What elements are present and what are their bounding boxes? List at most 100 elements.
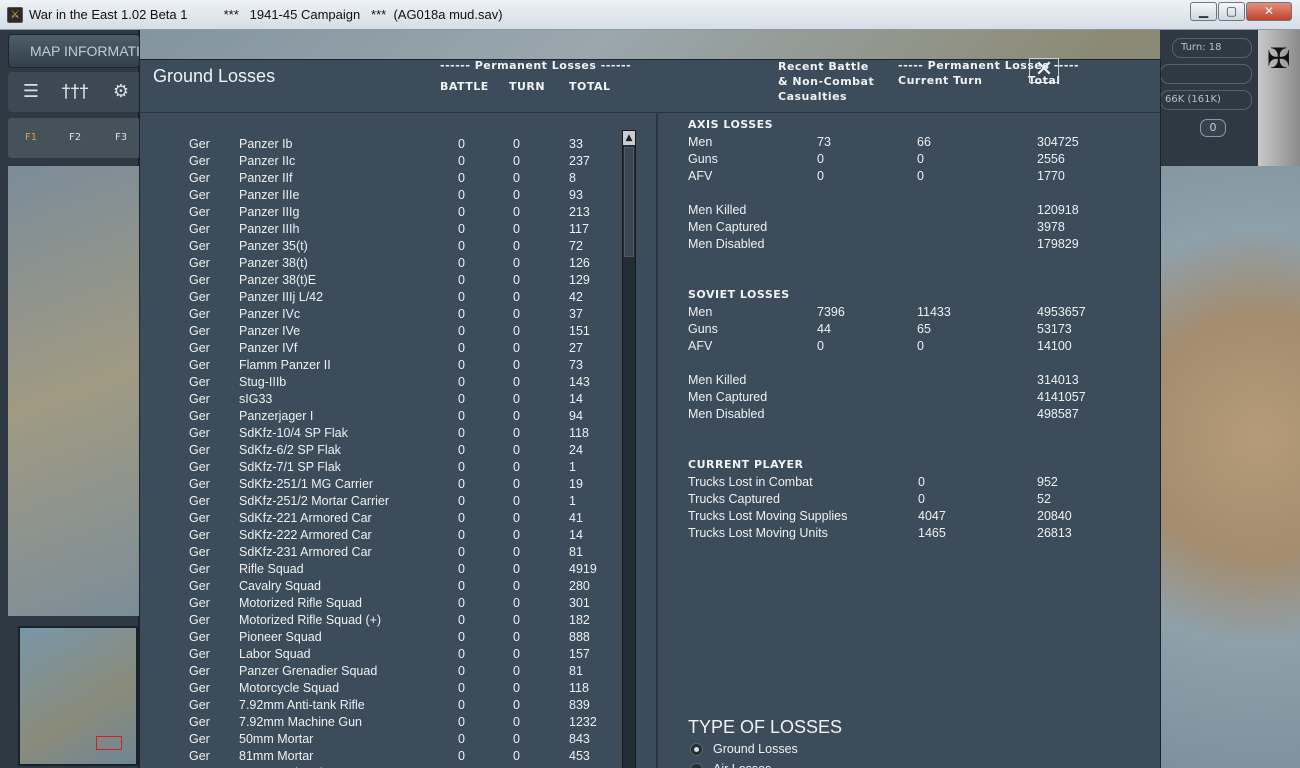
unit-loss-row[interactable]: Ger Panzer IIc 0 0 237 xyxy=(140,154,620,171)
unit-nationality: Ger xyxy=(189,443,210,457)
unit-turn-losses: 0 xyxy=(513,681,520,695)
map-view-left[interactable] xyxy=(8,166,140,616)
soviet-loss-row: Men 7396 11433 4953657 xyxy=(658,305,1158,322)
unit-total-losses: 72 xyxy=(569,239,583,253)
unit-total-losses: 42 xyxy=(569,290,583,304)
unit-nationality: Ger xyxy=(189,171,210,185)
unit-loss-row[interactable]: Ger Labor Squad 0 0 157 xyxy=(140,647,620,664)
unit-loss-row[interactable]: Ger SdKfz-231 Armored Car 0 0 81 xyxy=(140,545,620,562)
gear-icon[interactable]: ⚙ xyxy=(104,78,138,106)
window-close-button[interactable]: ✕ xyxy=(1246,2,1292,21)
unit-loss-row[interactable]: Ger Panzer 38(t)E 0 0 129 xyxy=(140,273,620,290)
unit-nationality: Ger xyxy=(189,392,210,406)
unit-loss-row[interactable]: Ger sIG33 0 0 14 xyxy=(140,392,620,409)
unit-battle-losses: 0 xyxy=(458,613,465,627)
unit-total-losses: 129 xyxy=(569,273,590,287)
unit-loss-row[interactable]: Ger Motorcycle Squad 0 0 118 xyxy=(140,681,620,698)
men-category-label: Men Killed xyxy=(688,203,747,217)
unit-loss-row[interactable]: Ger SdKfz-7/1 SP Flak 0 0 1 xyxy=(140,460,620,477)
tank-icon[interactable]: ☰ xyxy=(14,78,48,106)
recent-casualties-value: 0 xyxy=(817,152,824,166)
unit-loss-row[interactable]: Ger Rifle Squad 0 0 4919 xyxy=(140,562,620,579)
unit-loss-row[interactable]: Ger Panzer IIf 0 0 8 xyxy=(140,171,620,188)
unit-name: Panzer IIIg xyxy=(239,205,300,219)
unit-loss-row[interactable]: Ger Panzerjager I 0 0 94 xyxy=(140,409,620,426)
unit-battle-losses: 0 xyxy=(458,273,465,287)
radio-button[interactable] xyxy=(690,743,703,756)
unit-loss-row[interactable]: Ger SdKfz-251/2 Mortar Carrier 0 0 1 xyxy=(140,494,620,511)
map-view-right[interactable] xyxy=(1160,166,1300,768)
unit-nationality: Ger xyxy=(189,426,210,440)
unit-total-losses: 93 xyxy=(569,188,583,202)
unit-nationality: Ger xyxy=(189,681,210,695)
loss-type-option[interactable]: Air Losses xyxy=(688,761,888,768)
f1-road-icon[interactable]: F1 xyxy=(14,124,48,152)
unit-loss-row[interactable]: Ger Panzer Ib 0 0 33 xyxy=(140,137,620,154)
unit-loss-row[interactable]: Ger Panzer IVc 0 0 37 xyxy=(140,307,620,324)
unit-turn-losses: 0 xyxy=(513,375,520,389)
unit-loss-row[interactable]: Ger Panzer IIIj L/42 0 0 42 xyxy=(140,290,620,307)
unit-battle-losses: 0 xyxy=(458,681,465,695)
unit-nationality: Ger xyxy=(189,273,210,287)
maximize-button[interactable]: ▢ xyxy=(1218,2,1245,21)
soviet-men-row: Men Captured 4141057 xyxy=(658,390,1158,407)
unit-total-losses: 81 xyxy=(569,664,583,678)
unit-loss-row[interactable]: Ger Motorized Rifle Squad 0 0 301 xyxy=(140,596,620,613)
minimap[interactable] xyxy=(18,626,138,766)
unit-turn-losses: 0 xyxy=(513,392,520,406)
unit-turn-losses: 0 xyxy=(513,290,520,304)
f2-rail-icon[interactable]: F2 xyxy=(58,124,92,152)
scroll-thumb[interactable] xyxy=(624,147,634,257)
f3-ship-icon[interactable]: F3 xyxy=(104,124,138,152)
unit-loss-row[interactable]: Ger 7.92mm Anti-tank Rifle 0 0 839 xyxy=(140,698,620,715)
unit-battle-losses: 0 xyxy=(458,647,465,661)
unit-loss-row[interactable]: Ger Panzer IIIg 0 0 213 xyxy=(140,205,620,222)
minimize-button[interactable]: ▁ xyxy=(1190,2,1217,21)
unit-loss-row[interactable]: Ger Panzer IVf 0 0 27 xyxy=(140,341,620,358)
unit-loss-row[interactable]: Ger SdKfz-251/1 MG Carrier 0 0 19 xyxy=(140,477,620,494)
unit-loss-row[interactable]: Ger SdKfz-221 Armored Car 0 0 41 xyxy=(140,511,620,528)
unit-loss-row[interactable]: Ger Pioneer Squad 0 0 888 xyxy=(140,630,620,647)
unit-turn-losses: 0 xyxy=(513,596,520,610)
units-icon[interactable]: ††† xyxy=(58,78,92,106)
axis-men-row: Men Killed 120918 xyxy=(658,203,1158,220)
unit-loss-row[interactable]: Ger Panzer 38(t) 0 0 126 xyxy=(140,256,620,273)
unit-loss-row[interactable]: Ger Panzer IVe 0 0 151 xyxy=(140,324,620,341)
unit-name: Panzerjager I xyxy=(239,409,314,423)
unit-loss-row[interactable]: Ger 81mm Mortar 0 0 453 xyxy=(140,749,620,766)
unit-nationality: Ger xyxy=(189,341,210,355)
unit-loss-row[interactable]: Ger SdKfz-222 Armored Car 0 0 14 xyxy=(140,528,620,545)
unit-turn-losses: 0 xyxy=(513,545,520,559)
counter-pill[interactable]: 0 xyxy=(1200,119,1226,137)
unit-loss-row[interactable]: Ger SdKfz-10/4 SP Flak 0 0 118 xyxy=(140,426,620,443)
scroll-up-arrow-icon[interactable]: ▲ xyxy=(623,131,635,145)
unit-battle-losses: 0 xyxy=(458,749,465,763)
total-value: 53173 xyxy=(1037,322,1072,336)
unit-loss-row[interactable]: Ger SdKfz-6/2 SP Flak 0 0 24 xyxy=(140,443,620,460)
unit-list-scrollbar[interactable]: ▲ ▼ xyxy=(622,130,636,768)
unit-loss-row[interactable]: Ger Panzer 35(t) 0 0 72 xyxy=(140,239,620,256)
loss-type-option[interactable]: Ground Losses xyxy=(688,741,888,759)
unit-loss-row[interactable]: Ger Panzer Grenadier Squad 0 0 81 xyxy=(140,664,620,681)
unit-total-losses: 280 xyxy=(569,579,590,593)
unit-name: 7.92mm Anti-tank Rifle xyxy=(239,698,365,712)
unit-loss-row[interactable]: Ger Panzer IIIh 0 0 117 xyxy=(140,222,620,239)
unit-loss-row[interactable]: Ger Motorized Rifle Squad (+) 0 0 182 xyxy=(140,613,620,630)
axis-loss-row: Men 73 66 304725 xyxy=(658,135,1158,152)
unit-battle-losses: 0 xyxy=(458,409,465,423)
unit-loss-row[interactable]: Ger Stug-IIIb 0 0 143 xyxy=(140,375,620,392)
unit-nationality: Ger xyxy=(189,749,210,763)
map-information-button[interactable]: MAP INFORMATIO xyxy=(8,34,140,68)
unit-loss-row[interactable]: Ger 7.92mm Machine Gun 0 0 1232 xyxy=(140,715,620,732)
minimap-viewport-marker[interactable] xyxy=(96,736,122,750)
soviet-losses-heading: SOVIET LOSSES xyxy=(688,288,790,301)
unit-nationality: Ger xyxy=(189,239,210,253)
unit-nationality: Ger xyxy=(189,307,210,321)
unit-loss-row[interactable]: Ger Flamm Panzer II 0 0 73 xyxy=(140,358,620,375)
unit-name: sIG33 xyxy=(239,392,273,406)
unit-loss-row[interactable]: Ger Cavalry Squad 0 0 280 xyxy=(140,579,620,596)
unit-battle-losses: 0 xyxy=(458,375,465,389)
unit-loss-row[interactable]: Ger 50mm Mortar 0 0 843 xyxy=(140,732,620,749)
unit-loss-row[interactable]: Ger Panzer IIIe 0 0 93 xyxy=(140,188,620,205)
radio-button[interactable] xyxy=(690,763,703,768)
